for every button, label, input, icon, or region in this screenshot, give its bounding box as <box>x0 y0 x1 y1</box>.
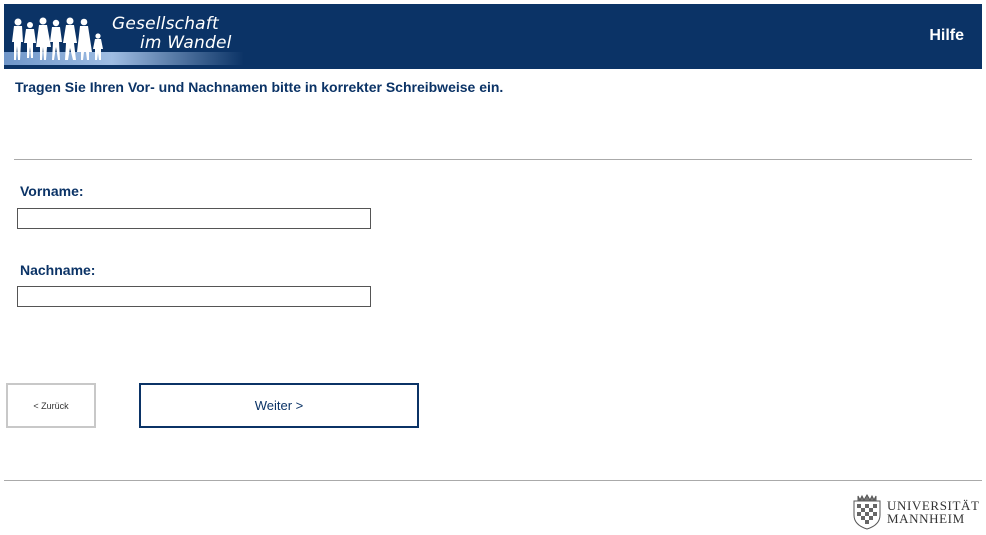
divider-top <box>14 159 972 160</box>
first-name-label: Vorname: <box>20 183 84 199</box>
logo-text-line2: im Wandel <box>140 33 232 53</box>
logo-text-line1: Gesellschaft <box>112 14 219 34</box>
question-instruction: Tragen Sie Ihren Vor- und Nachnamen bitt… <box>15 79 504 95</box>
university-crest-icon <box>853 494 881 530</box>
last-name-input[interactable] <box>17 286 371 307</box>
people-silhouettes-icon <box>12 17 103 60</box>
divider-bottom <box>4 480 982 481</box>
survey-page: Gesellschaft im Wandel Hilfe Tragen Sie … <box>0 0 986 535</box>
first-name-input[interactable] <box>17 208 371 229</box>
last-name-label: Nachname: <box>20 262 96 278</box>
help-link[interactable]: Hilfe <box>929 27 964 45</box>
back-button[interactable]: < Zurück <box>6 383 96 428</box>
page-header: Gesellschaft im Wandel Hilfe <box>4 4 982 69</box>
next-button[interactable]: Weiter > <box>139 383 419 428</box>
logo-text: Gesellschaft im Wandel <box>112 15 232 53</box>
gesellschaft-im-wandel-logo: Gesellschaft im Wandel <box>4 4 244 69</box>
university-name: UNIVERSITÄT MANNHEIM <box>887 499 980 525</box>
university-mannheim-logo: UNIVERSITÄT MANNHEIM <box>850 493 984 531</box>
university-name-line2: MANNHEIM <box>887 511 965 526</box>
